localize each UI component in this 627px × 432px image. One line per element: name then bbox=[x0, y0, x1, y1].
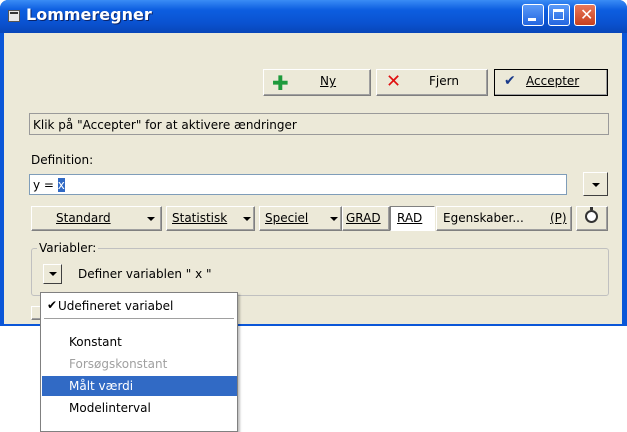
maximize-button[interactable] bbox=[548, 4, 570, 26]
properties-label: Egenskaber... bbox=[443, 211, 524, 225]
stopwatch-icon bbox=[585, 210, 598, 223]
special-label: Speciel bbox=[265, 211, 309, 225]
accept-button[interactable]: ✔ Accepter bbox=[494, 69, 608, 96]
statistics-dropdown[interactable]: Statistisk bbox=[166, 206, 255, 231]
menu-item-measured-value[interactable]: Målt værdi bbox=[42, 376, 237, 396]
definition-selected-text: x bbox=[57, 178, 65, 192]
define-variable-text: Definer variablen " x " bbox=[78, 267, 212, 281]
menu-item-constant[interactable]: Konstant bbox=[42, 332, 237, 352]
definition-prefix: y = bbox=[33, 178, 58, 192]
grad-button[interactable]: GRAD bbox=[342, 206, 390, 231]
chevron-down-icon bbox=[330, 217, 338, 221]
calculator-icon bbox=[8, 10, 20, 22]
checkmark-icon: ✔ bbox=[47, 298, 58, 312]
chevron-down-icon bbox=[49, 272, 57, 276]
menu-item-undefined[interactable]: ✔ Udefineret variabel bbox=[42, 296, 237, 316]
window-title: Lommeregner bbox=[26, 5, 152, 24]
grad-label: GRAD bbox=[346, 211, 381, 225]
delete-button[interactable]: ✕ Fjern bbox=[376, 69, 488, 96]
definition-dropdown-button[interactable] bbox=[583, 172, 608, 196]
minimize-button[interactable] bbox=[522, 4, 544, 26]
status-message: Klik på "Accepter" for at aktivere ændri… bbox=[33, 118, 297, 132]
standard-dropdown[interactable]: Standard bbox=[31, 206, 162, 231]
menu-item-trial-constant: Forsøgskonstant bbox=[69, 357, 168, 371]
chevron-down-icon bbox=[147, 217, 155, 221]
statistics-label: Statistisk bbox=[172, 211, 228, 225]
standard-label: Standard bbox=[56, 211, 111, 225]
delete-x-icon: ✕ bbox=[386, 71, 402, 92]
accept-button-label: Accepter bbox=[526, 74, 580, 88]
close-button[interactable]: ✕ bbox=[574, 4, 596, 26]
timer-button[interactable] bbox=[576, 206, 608, 231]
definition-label: Definition: bbox=[31, 153, 94, 167]
title-bar[interactable]: Lommeregner ✕ bbox=[0, 0, 627, 33]
plus-icon: ✚ bbox=[272, 71, 289, 95]
chevron-down-icon bbox=[243, 217, 251, 221]
menu-separator bbox=[44, 318, 234, 319]
rad-label: RAD bbox=[397, 211, 423, 225]
definition-input[interactable]: y = x bbox=[29, 174, 567, 195]
rad-button[interactable]: RAD bbox=[390, 206, 435, 231]
close-icon: ✕ bbox=[580, 5, 594, 24]
variables-label: Variabler: bbox=[37, 241, 99, 255]
variable-type-menu: ✔ Udefineret variabel Konstant Forsøgsko… bbox=[40, 292, 238, 432]
menu-item-model-interval[interactable]: Modelinterval bbox=[42, 398, 237, 418]
chevron-down-icon bbox=[592, 183, 600, 187]
status-message-box: Klik på "Accepter" for at aktivere ændri… bbox=[29, 113, 609, 135]
checkmark-icon: ✔ bbox=[504, 73, 516, 89]
variable-type-dropdown[interactable] bbox=[43, 264, 62, 284]
delete-button-label: Fjern bbox=[429, 74, 459, 88]
properties-button[interactable]: Egenskaber... (P) bbox=[436, 206, 572, 231]
properties-shortcut: (P) bbox=[550, 211, 567, 225]
new-button-label: Ny bbox=[320, 74, 337, 88]
new-button[interactable]: ✚ Ny bbox=[263, 69, 371, 96]
special-dropdown[interactable]: Speciel bbox=[259, 206, 342, 231]
